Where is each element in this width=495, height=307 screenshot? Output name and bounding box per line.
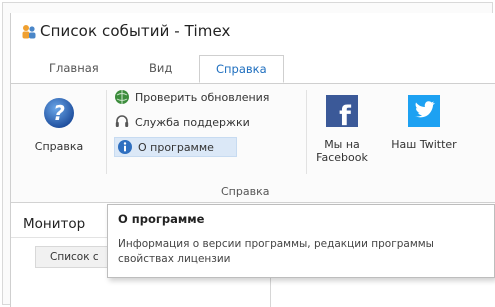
twitter-button[interactable]: Наш Twitter xyxy=(384,94,464,151)
support-button[interactable]: Служба поддержки xyxy=(114,112,250,132)
svg-text:f: f xyxy=(339,101,351,128)
facebook-button[interactable]: f Мы на Facebook xyxy=(311,94,373,164)
about-label: О программе xyxy=(138,140,214,154)
ribbon-tabs: Главная Вид Справка xyxy=(11,55,495,84)
info-icon xyxy=(118,140,132,154)
tooltip-fade xyxy=(434,205,494,277)
facebook-label-line1: Мы на xyxy=(324,138,360,151)
ribbon-divider xyxy=(306,90,307,174)
help-button[interactable]: ? Справка xyxy=(31,96,87,153)
tab-view[interactable]: Вид xyxy=(149,61,172,75)
globe-update-icon xyxy=(115,90,129,104)
ribbon-panel: ? Справка Проверить обновления Служба по… xyxy=(11,84,495,203)
support-label: Служба поддержки xyxy=(135,115,250,129)
twitter-icon xyxy=(408,95,440,127)
monitor-title: Монитор xyxy=(23,216,86,232)
facebook-icon: f xyxy=(326,95,358,128)
ribbon-group-label: Справка xyxy=(221,185,270,198)
event-list-button[interactable]: Список с xyxy=(35,246,117,268)
help-button-label: Справка xyxy=(34,140,84,153)
ribbon-divider xyxy=(106,90,107,174)
svg-text:?: ? xyxy=(53,101,65,125)
headset-icon xyxy=(115,115,129,127)
twitter-label: Наш Twitter xyxy=(391,138,457,151)
tooltip-description-line1: Информация о версии программы, редакции … xyxy=(118,238,434,250)
users-app-icon xyxy=(22,25,36,39)
check-updates-button[interactable]: Проверить обновления xyxy=(114,87,269,107)
tab-home[interactable]: Главная xyxy=(49,61,99,75)
window-title: Список событий - Timex xyxy=(40,22,231,40)
title-bar: Список событий - Timex xyxy=(11,13,495,49)
help-question-icon: ? xyxy=(44,98,74,128)
about-tooltip: О программе Информация о версии программ… xyxy=(107,204,495,278)
about-button[interactable]: О программе xyxy=(114,137,237,157)
tooltip-title: О программе xyxy=(118,212,205,226)
check-updates-label: Проверить обновления xyxy=(135,90,270,104)
tooltip-description-line2: свойствах лицензии xyxy=(118,253,231,265)
facebook-label-line2: Facebook xyxy=(316,151,368,164)
tab-help[interactable]: Справка xyxy=(199,55,284,83)
